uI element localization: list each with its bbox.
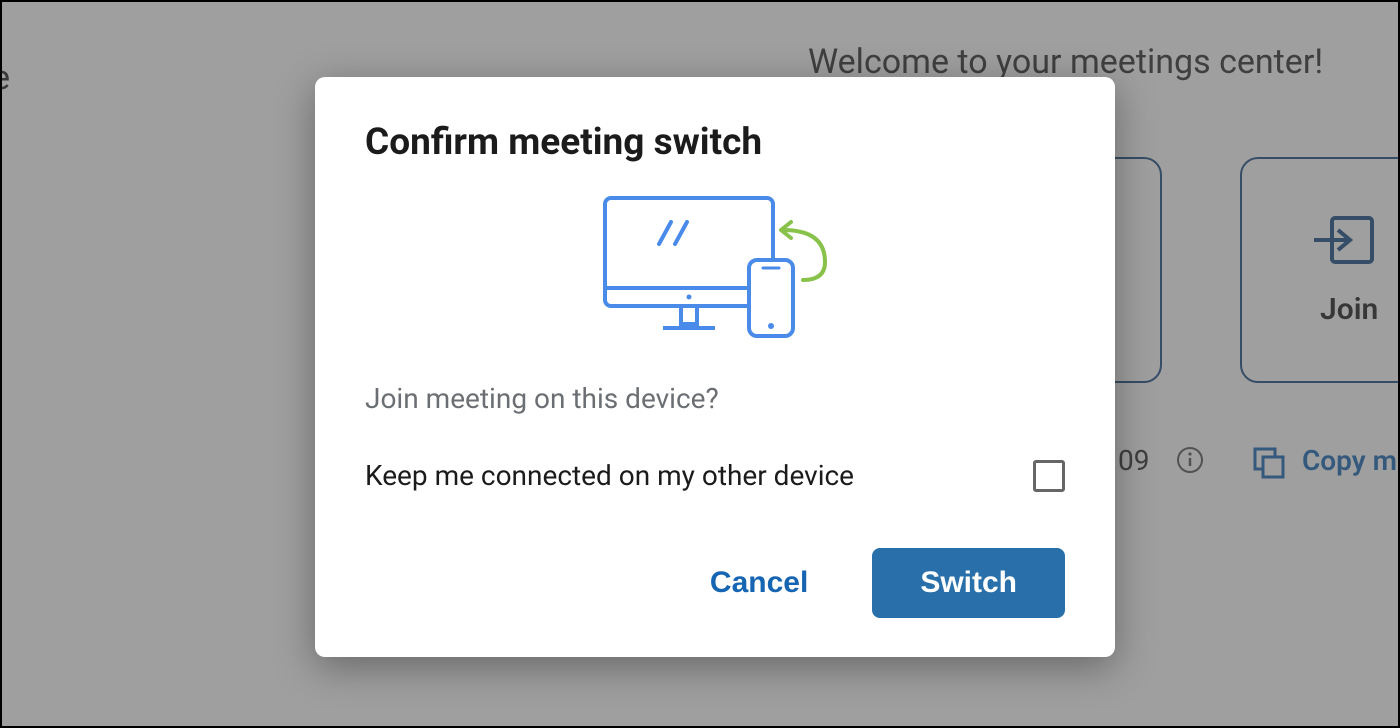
- keep-connected-row: Keep me connected on my other device: [365, 459, 1065, 492]
- dialog-actions: Cancel Switch: [365, 548, 1065, 618]
- dialog-title: Confirm meeting switch: [365, 121, 1065, 164]
- app-frame: e Welcome to your meetings center! Join …: [0, 0, 1400, 728]
- confirm-meeting-switch-dialog: Confirm meeting switch: [315, 77, 1115, 657]
- cancel-button[interactable]: Cancel: [706, 556, 812, 610]
- keep-connected-label: Keep me connected on my other device: [365, 459, 854, 492]
- dialog-question: Join meeting on this device?: [365, 382, 1065, 415]
- switch-button[interactable]: Switch: [872, 548, 1065, 618]
- keep-connected-checkbox[interactable]: [1033, 460, 1065, 492]
- device-switch-illustration: [365, 188, 1065, 352]
